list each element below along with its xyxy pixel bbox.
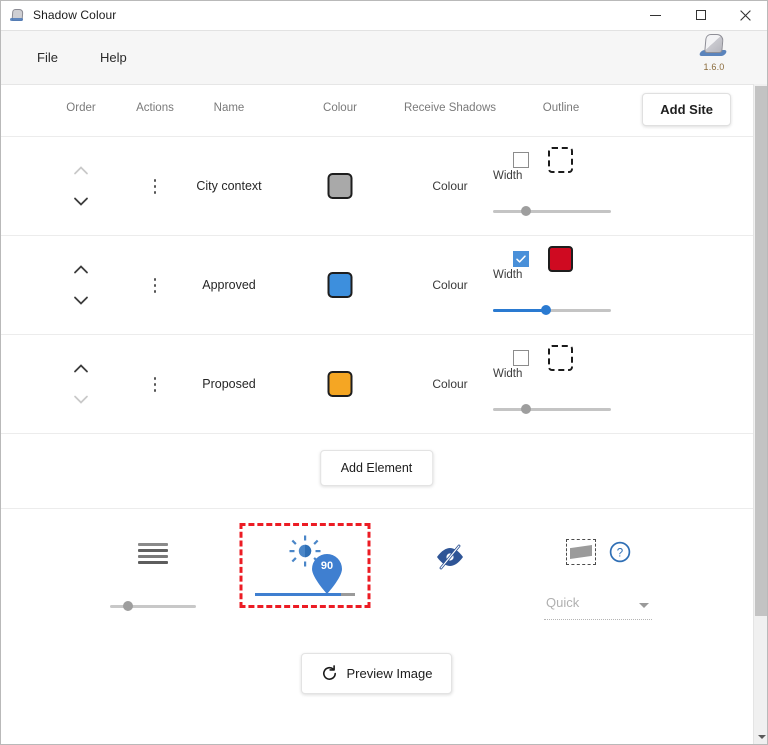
refresh-icon bbox=[322, 665, 336, 680]
shadow-quality-value: Quick bbox=[546, 595, 580, 610]
maximize-button[interactable] bbox=[678, 0, 723, 31]
column-header-receive-shadows: Receive Shadows bbox=[403, 102, 497, 114]
outline-width-slider[interactable] bbox=[493, 302, 611, 318]
chevron-down-icon bbox=[639, 603, 649, 608]
app-logo-icon bbox=[697, 33, 731, 61]
row-actions-menu-button[interactable] bbox=[148, 377, 162, 395]
colour-swatch-button[interactable] bbox=[327, 272, 353, 298]
element-name: Proposed bbox=[202, 377, 256, 391]
preview-image-label: Preview Image bbox=[346, 666, 433, 681]
move-down-button[interactable] bbox=[70, 289, 92, 311]
move-up-button[interactable] bbox=[70, 259, 92, 281]
outline-width-slider[interactable] bbox=[493, 203, 611, 219]
column-header-actions: Actions bbox=[136, 102, 174, 114]
layers-slider[interactable] bbox=[110, 599, 196, 613]
close-button[interactable] bbox=[723, 0, 768, 31]
vertical-scrollbar[interactable] bbox=[753, 84, 768, 745]
version-label: 1.6.0 bbox=[703, 62, 725, 72]
table-row: Approved Colour Width bbox=[0, 236, 753, 335]
add-element-button[interactable]: Add Element bbox=[319, 450, 434, 486]
column-header-order: Order bbox=[66, 102, 96, 114]
row-actions-menu-button[interactable] bbox=[148, 278, 162, 296]
visibility-tool bbox=[365, 509, 535, 634]
scroll-down-icon bbox=[757, 735, 766, 739]
column-header-colour: Colour bbox=[323, 102, 357, 114]
outline-controls: Width bbox=[486, 137, 636, 235]
outline-width-label: Width bbox=[493, 368, 523, 380]
order-controls bbox=[59, 137, 103, 235]
shadow-tool: ? Quick bbox=[513, 509, 683, 634]
outline-colour-swatch-button[interactable] bbox=[548, 345, 573, 371]
column-header-outline: Outline bbox=[542, 102, 580, 114]
window-title: Shadow Colour bbox=[33, 8, 117, 22]
order-controls bbox=[59, 335, 103, 433]
outline-controls: Width bbox=[486, 236, 636, 334]
eye-off-icon[interactable] bbox=[433, 541, 467, 571]
layers-icon[interactable] bbox=[138, 543, 168, 565]
move-up-button[interactable] bbox=[70, 358, 92, 380]
main-content: Order Actions Name Colour Receive Shadow… bbox=[0, 84, 753, 745]
scroll-down-button[interactable] bbox=[754, 729, 768, 745]
table-row: Proposed Colour Width bbox=[0, 335, 753, 434]
order-controls bbox=[59, 236, 103, 334]
element-name: Approved bbox=[202, 278, 256, 292]
table-row: City context Colour Width bbox=[0, 137, 753, 236]
scrollbar-thumb[interactable] bbox=[755, 86, 768, 616]
receive-shadows-value[interactable]: Colour bbox=[432, 278, 467, 292]
menu-bar: File Help bbox=[0, 31, 768, 84]
cast-shadow-icon[interactable] bbox=[566, 539, 596, 565]
preview-band: Preview Image bbox=[0, 641, 753, 731]
move-down-button[interactable] bbox=[70, 388, 92, 410]
app-window: Shadow Colour File Help 1.6.0 Order Acti… bbox=[0, 0, 768, 745]
row-actions-menu-button[interactable] bbox=[148, 179, 162, 197]
tool-strip: 90 ? Quick bbox=[0, 509, 753, 641]
column-header-name: Name bbox=[213, 102, 245, 114]
app-icon bbox=[9, 7, 25, 23]
outline-controls: Width bbox=[486, 335, 636, 433]
add-site-button[interactable]: Add Site bbox=[642, 93, 731, 126]
sun-angle-slider[interactable] bbox=[255, 593, 355, 596]
minimize-button[interactable] bbox=[633, 0, 678, 31]
brand-logo-block: 1.6.0 bbox=[690, 33, 738, 72]
outline-checkbox[interactable] bbox=[513, 251, 529, 267]
receive-shadows-value[interactable]: Colour bbox=[432, 377, 467, 391]
element-name: City context bbox=[196, 179, 262, 193]
window-controls bbox=[633, 0, 768, 31]
layers-tool bbox=[68, 509, 238, 634]
sun-angle-badge[interactable]: 90 bbox=[309, 553, 345, 595]
maximize-icon bbox=[695, 10, 706, 20]
minimize-icon bbox=[650, 14, 661, 16]
svg-text:?: ? bbox=[617, 547, 623, 559]
outline-checkbox[interactable] bbox=[513, 152, 529, 168]
receive-shadows-value[interactable]: Colour bbox=[432, 179, 467, 193]
close-icon bbox=[740, 9, 751, 21]
menu-file[interactable]: File bbox=[27, 45, 68, 70]
table-header: Order Actions Name Colour Receive Shadow… bbox=[0, 85, 753, 137]
outline-checkbox[interactable] bbox=[513, 350, 529, 366]
move-up-button[interactable] bbox=[70, 160, 92, 182]
help-circle-icon[interactable]: ? bbox=[609, 541, 631, 563]
colour-swatch-button[interactable] bbox=[327, 173, 353, 199]
preview-image-button[interactable]: Preview Image bbox=[300, 653, 453, 694]
sun-angle-value: 90 bbox=[320, 560, 334, 572]
move-down-button[interactable] bbox=[70, 190, 92, 212]
shadow-quality-dropdown[interactable]: Quick bbox=[544, 593, 652, 620]
title-bar: Shadow Colour bbox=[0, 0, 768, 31]
add-element-band: Add Element bbox=[0, 434, 753, 509]
outline-width-label: Width bbox=[493, 170, 523, 182]
colour-swatch-button[interactable] bbox=[327, 371, 353, 397]
check-icon bbox=[516, 255, 526, 263]
outline-width-slider[interactable] bbox=[493, 401, 611, 417]
outline-width-label: Width bbox=[493, 269, 523, 281]
outline-colour-swatch-button[interactable] bbox=[548, 246, 573, 272]
menu-help[interactable]: Help bbox=[90, 45, 137, 70]
outline-colour-swatch-button[interactable] bbox=[548, 147, 573, 173]
